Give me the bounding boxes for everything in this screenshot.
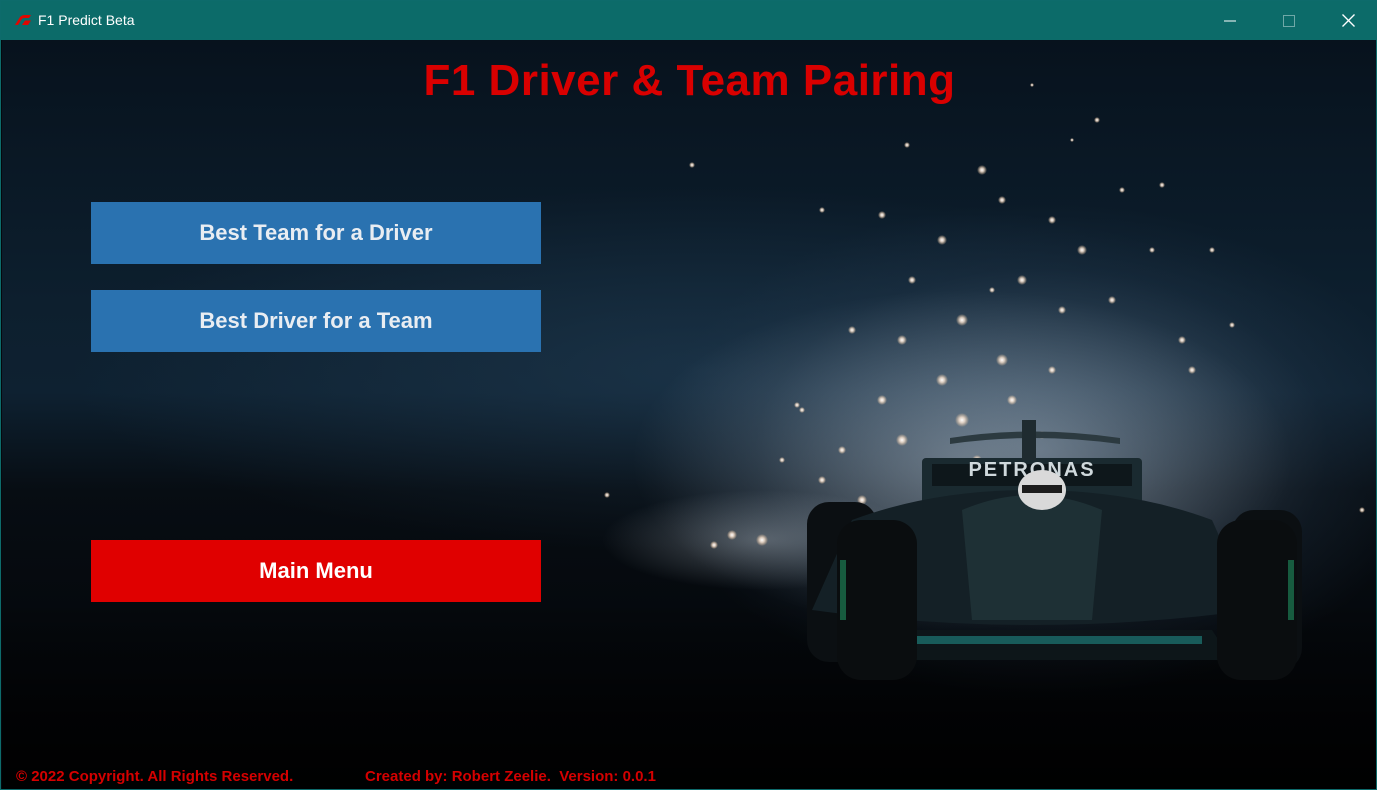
maximize-button[interactable] [1260, 1, 1318, 40]
maximize-icon [1283, 14, 1295, 27]
page-title: F1 Driver & Team Pairing [423, 56, 956, 105]
title-bar[interactable]: F1 Predict Beta [1, 1, 1376, 40]
main-content: PETRONAS F1 Driver & Team Pairing Best T… [2, 40, 1376, 789]
f1-logo-icon [15, 15, 31, 25]
minimize-icon [1224, 20, 1236, 21]
credits-text: Created by: Robert Zeelie. Version: 0.0.… [365, 768, 656, 785]
race-car-background-image: PETRONAS [2, 83, 1376, 789]
main-menu-button[interactable]: Main Menu [91, 540, 541, 602]
app-window: F1 Predict Beta PETRONAS F1 Driver & Tea… [0, 0, 1377, 790]
window-title: F1 Predict Beta [38, 12, 135, 28]
minimize-button[interactable] [1201, 1, 1259, 40]
close-button[interactable] [1319, 1, 1376, 40]
best-driver-for-team-button[interactable]: Best Driver for a Team [91, 290, 541, 352]
copyright-text: © 2022 Copyright. All Rights Reserved. [16, 768, 294, 785]
close-icon [1341, 14, 1355, 27]
best-team-for-driver-button[interactable]: Best Team for a Driver [91, 202, 541, 264]
